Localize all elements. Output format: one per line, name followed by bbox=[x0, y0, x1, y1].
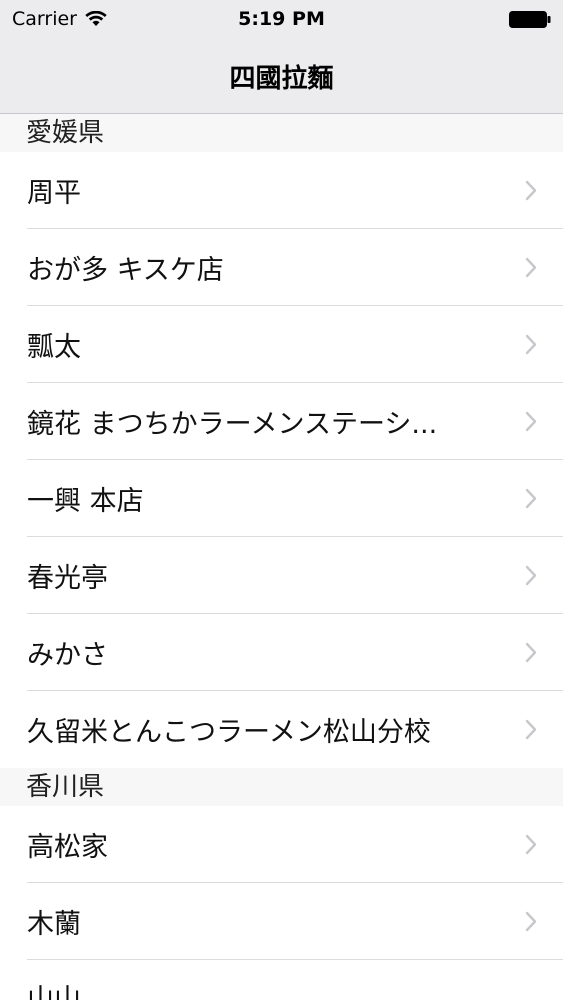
chevron-right-icon bbox=[525, 411, 537, 432]
list-item[interactable]: おが多 キスケ店 bbox=[0, 229, 563, 306]
list-item-label: 久留米とんこつラーメン松山分校 bbox=[27, 717, 431, 748]
list-item-label: 春光亭 bbox=[27, 563, 108, 594]
status-time: 5:19 PM bbox=[238, 8, 325, 30]
list-item-label: 瓢太 bbox=[27, 332, 81, 363]
navigation-bar: Carrier 5:19 PM 四國拉麵 bbox=[0, 0, 563, 114]
list-item-label: おが多 キスケ店 bbox=[27, 255, 224, 286]
list-item[interactable]: 春光亭 bbox=[0, 537, 563, 614]
list-item-label: 山山 bbox=[27, 984, 81, 1000]
list-item-label: 鏡花 まつちかラーメンステーシ... bbox=[27, 409, 438, 440]
chevron-right-icon bbox=[525, 834, 537, 855]
chevron-right-icon bbox=[525, 257, 537, 278]
chevron-right-icon bbox=[525, 180, 537, 201]
chevron-right-icon bbox=[525, 565, 537, 586]
list-item[interactable]: 高松家 bbox=[0, 806, 563, 883]
list-item-label: 木蘭 bbox=[27, 909, 81, 940]
list-item-label: 一興 本店 bbox=[27, 486, 144, 517]
ramen-shop-list[interactable]: 愛媛県 周平 おが多 キスケ店 瓢太 鏡花 まつちかラーメンステーシ... 一興… bbox=[0, 114, 563, 1000]
status-bar: Carrier 5:19 PM bbox=[0, 0, 563, 40]
section-header-kagawa: 香川県 bbox=[0, 768, 563, 806]
list-item[interactable]: 一興 本店 bbox=[0, 460, 563, 537]
chevron-right-icon bbox=[525, 488, 537, 509]
battery-icon bbox=[509, 11, 551, 28]
section-header-ehime: 愛媛県 bbox=[0, 114, 563, 152]
list-item[interactable]: 久留米とんこつラーメン松山分校 bbox=[0, 691, 563, 768]
list-item-label: 高松家 bbox=[27, 832, 108, 863]
list-item-label: みかさ bbox=[27, 640, 108, 671]
chevron-right-icon bbox=[525, 911, 537, 932]
chevron-right-icon bbox=[525, 642, 537, 663]
chevron-right-icon bbox=[525, 334, 537, 355]
list-item-label: 周平 bbox=[27, 178, 81, 209]
chevron-right-icon bbox=[525, 719, 537, 740]
list-item[interactable]: 山山 bbox=[0, 960, 563, 1000]
page-title: 四國拉麵 bbox=[229, 64, 334, 94]
list-item[interactable]: 瓢太 bbox=[0, 306, 563, 383]
list-item[interactable]: 木蘭 bbox=[0, 883, 563, 960]
list-item[interactable]: 鏡花 まつちかラーメンステーシ... bbox=[0, 383, 563, 460]
list-item[interactable]: みかさ bbox=[0, 614, 563, 691]
list-item[interactable]: 周平 bbox=[0, 152, 563, 229]
